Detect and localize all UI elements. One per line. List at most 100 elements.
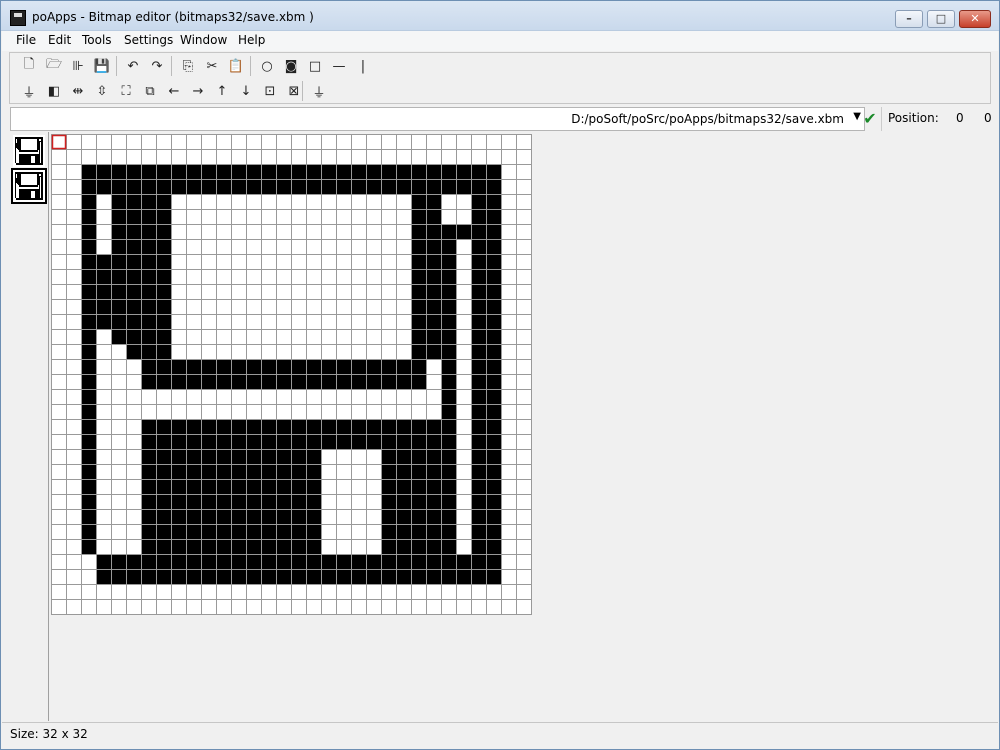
resize-icon[interactable]: ⧉ bbox=[139, 81, 161, 101]
open-folder-icon[interactable]: 🗁 bbox=[43, 56, 65, 76]
bitmap-cell[interactable] bbox=[156, 479, 172, 495]
bitmap-cell[interactable] bbox=[486, 599, 502, 615]
bitmap-cell[interactable] bbox=[261, 524, 277, 540]
bitmap-cell[interactable] bbox=[201, 524, 217, 540]
bitmap-cell[interactable] bbox=[306, 149, 322, 165]
bitmap-cell[interactable] bbox=[486, 344, 502, 360]
bitmap-cell[interactable] bbox=[486, 404, 502, 420]
bitmap-cell[interactable] bbox=[486, 464, 502, 480]
bitmap-cell[interactable] bbox=[81, 134, 97, 150]
bitmap-cell[interactable] bbox=[456, 404, 472, 420]
bitmap-cell[interactable] bbox=[276, 224, 292, 240]
bitmap-cell[interactable] bbox=[516, 239, 532, 255]
bitmap-cell[interactable] bbox=[336, 239, 352, 255]
bitmap-cell[interactable] bbox=[111, 494, 127, 510]
bitmap-cell[interactable] bbox=[291, 599, 307, 615]
bitmap-cell[interactable] bbox=[471, 494, 487, 510]
bitmap-cell[interactable] bbox=[111, 284, 127, 300]
bitmap-cell[interactable] bbox=[96, 299, 112, 315]
bitmap-cell[interactable] bbox=[291, 284, 307, 300]
bitmap-cell[interactable] bbox=[471, 284, 487, 300]
bitmap-cell[interactable] bbox=[111, 599, 127, 615]
bitmap-cell[interactable] bbox=[96, 269, 112, 285]
paste-icon[interactable]: 📋 bbox=[225, 56, 247, 76]
bitmap-cell[interactable] bbox=[411, 164, 427, 180]
bitmap-cell[interactable] bbox=[396, 209, 412, 225]
bitmap-cell[interactable] bbox=[51, 179, 67, 195]
bitmap-cell[interactable] bbox=[171, 479, 187, 495]
bitmap-cell[interactable] bbox=[216, 254, 232, 270]
bitmap-cell[interactable] bbox=[486, 419, 502, 435]
bitmap-cell[interactable] bbox=[366, 464, 382, 480]
bitmap-cell[interactable] bbox=[276, 569, 292, 585]
bitmap-cell[interactable] bbox=[201, 419, 217, 435]
bitmap-cell[interactable] bbox=[471, 389, 487, 405]
bitmap-cell[interactable] bbox=[141, 449, 157, 465]
bitmap-cell[interactable] bbox=[501, 449, 517, 465]
bitmap-cell[interactable] bbox=[441, 449, 457, 465]
bitmap-cell[interactable] bbox=[51, 494, 67, 510]
bitmap-cell[interactable] bbox=[186, 419, 202, 435]
bitmap-cell[interactable] bbox=[396, 344, 412, 360]
bitmap-cell[interactable] bbox=[381, 509, 397, 525]
bitmap-cell[interactable] bbox=[351, 494, 367, 510]
bitmap-cell[interactable] bbox=[216, 269, 232, 285]
bitmap-cell[interactable] bbox=[141, 239, 157, 255]
bitmap-cell[interactable] bbox=[516, 254, 532, 270]
undo-icon[interactable]: ↶ bbox=[122, 56, 144, 76]
bitmap-cell[interactable] bbox=[171, 464, 187, 480]
bitmap-cell[interactable] bbox=[411, 449, 427, 465]
bitmap-cell[interactable] bbox=[66, 209, 82, 225]
bitmap-cell[interactable] bbox=[291, 314, 307, 330]
bitmap-cell[interactable] bbox=[441, 524, 457, 540]
bitmap-cell[interactable] bbox=[471, 509, 487, 525]
bitmap-cell[interactable] bbox=[411, 479, 427, 495]
bitmap-cell[interactable] bbox=[411, 509, 427, 525]
bitmap-cell[interactable] bbox=[396, 464, 412, 480]
bitmap-cell[interactable] bbox=[411, 554, 427, 570]
bitmap-cell[interactable] bbox=[501, 464, 517, 480]
bitmap-cell[interactable] bbox=[486, 209, 502, 225]
bitmap-cell[interactable] bbox=[441, 599, 457, 615]
bitmap-cell[interactable] bbox=[411, 359, 427, 375]
bitmap-cell[interactable] bbox=[51, 584, 67, 600]
bitmap-cell[interactable] bbox=[396, 239, 412, 255]
bitmap-cell[interactable] bbox=[186, 404, 202, 420]
bitmap-cell[interactable] bbox=[216, 164, 232, 180]
bitmap-cell[interactable] bbox=[411, 419, 427, 435]
bitmap-cell[interactable] bbox=[426, 149, 442, 165]
bitmap-cell[interactable] bbox=[261, 509, 277, 525]
bitmap-cell[interactable] bbox=[336, 359, 352, 375]
bitmap-cell[interactable] bbox=[441, 299, 457, 315]
bitmap-cell[interactable] bbox=[351, 599, 367, 615]
bitmap-cell[interactable] bbox=[441, 269, 457, 285]
bitmap-cell[interactable] bbox=[441, 179, 457, 195]
bitmap-cell[interactable] bbox=[426, 494, 442, 510]
bitmap-cell[interactable] bbox=[96, 524, 112, 540]
bitmap-cell[interactable] bbox=[261, 194, 277, 210]
bitmap-cell[interactable] bbox=[411, 194, 427, 210]
bitmap-cell[interactable] bbox=[456, 284, 472, 300]
bitmap-cell[interactable] bbox=[51, 314, 67, 330]
bitmap-cell[interactable] bbox=[336, 224, 352, 240]
bitmap-cell[interactable] bbox=[81, 389, 97, 405]
flip-vertical-icon[interactable]: ⇳ bbox=[91, 81, 113, 101]
bitmap-cell[interactable] bbox=[51, 254, 67, 270]
bitmap-cell[interactable] bbox=[66, 554, 82, 570]
bitmap-cell[interactable] bbox=[126, 284, 142, 300]
save-icon[interactable]: 💾 bbox=[91, 56, 113, 76]
bitmap-cell[interactable] bbox=[111, 584, 127, 600]
bitmap-cell[interactable] bbox=[471, 209, 487, 225]
bitmap-cell[interactable] bbox=[216, 449, 232, 465]
bitmap-cell[interactable] bbox=[156, 209, 172, 225]
bitmap-cell[interactable] bbox=[141, 299, 157, 315]
bitmap-cell[interactable] bbox=[381, 389, 397, 405]
bitmap-cell[interactable] bbox=[501, 569, 517, 585]
bitmap-cell[interactable] bbox=[486, 194, 502, 210]
bitmap-cell[interactable] bbox=[486, 509, 502, 525]
bitmap-preview-selected[interactable] bbox=[11, 168, 47, 204]
bitmap-cell[interactable] bbox=[81, 164, 97, 180]
bitmap-cell[interactable] bbox=[486, 239, 502, 255]
bitmap-cell[interactable] bbox=[231, 344, 247, 360]
bitmap-cell[interactable] bbox=[471, 299, 487, 315]
